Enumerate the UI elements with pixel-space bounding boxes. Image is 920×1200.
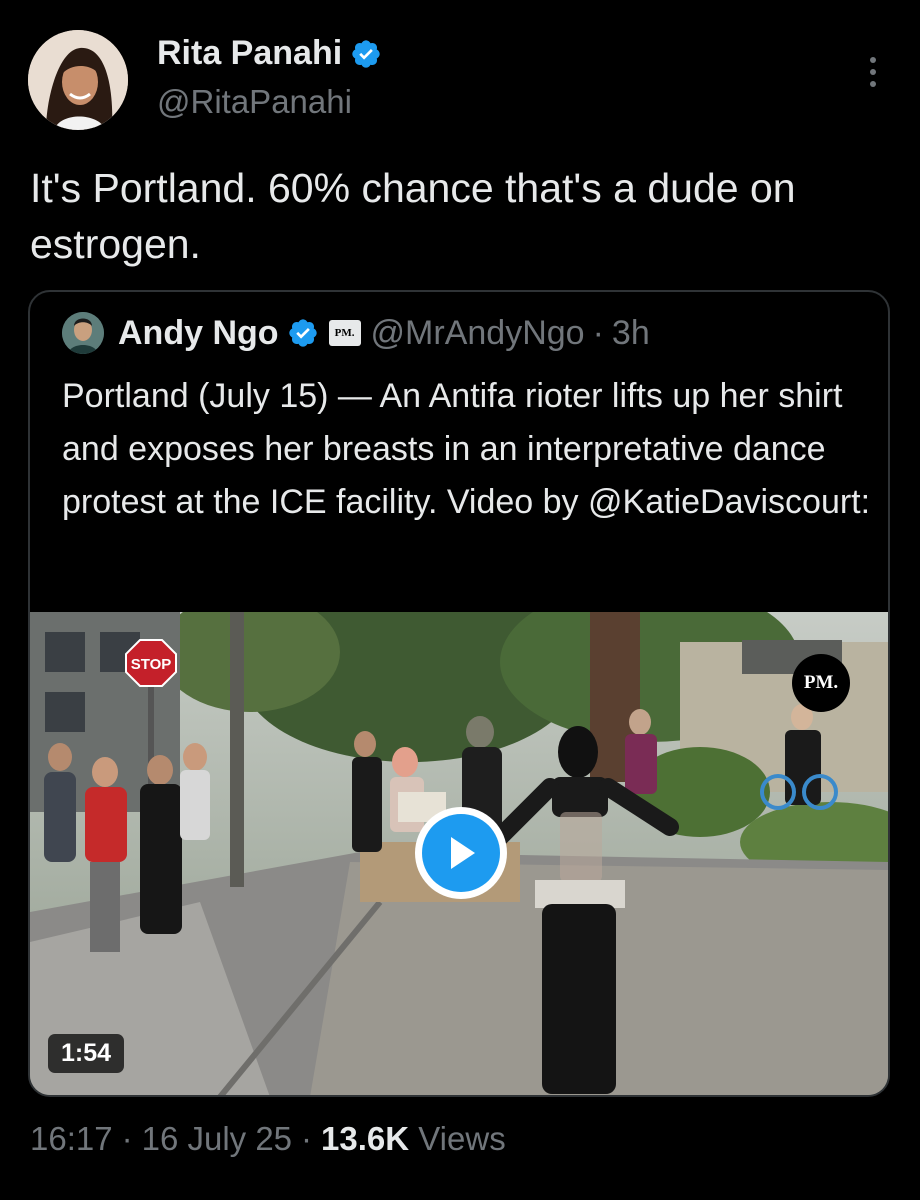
separator-dot: · — [121, 1120, 133, 1157]
quoted-author-avatar-image — [62, 312, 104, 354]
author-display-name[interactable]: Rita Panahi — [157, 34, 342, 73]
quoted-author-avatar[interactable] — [62, 312, 104, 354]
timestamp-time[interactable]: 16:17 — [30, 1120, 113, 1157]
play-button-inner — [422, 814, 500, 892]
verified-badge-icon — [350, 38, 382, 70]
more-options-button[interactable] — [855, 52, 891, 92]
timestamp-date[interactable]: 16 July 25 — [142, 1120, 292, 1157]
quoted-author-display-name[interactable]: Andy Ngo — [118, 314, 279, 353]
stop-sign-text: STOP — [131, 656, 172, 673]
quoted-tweet-card[interactable]: Andy Ngo PM. @MrAndyNgo · 3h Portland (J… — [28, 290, 890, 1097]
separator-dot: · — [301, 1120, 313, 1157]
author-avatar-image — [28, 30, 128, 130]
views-count[interactable]: 13.6K — [321, 1120, 409, 1157]
quoted-verified-badge-icon — [287, 317, 319, 349]
affiliate-badge-icon[interactable]: PM. — [328, 320, 361, 346]
header-separator: · — [592, 313, 604, 352]
author-handle[interactable]: @RitaPanahi — [157, 83, 352, 121]
pm-watermark-logo: PM. — [792, 654, 850, 712]
quoted-author-handle[interactable]: @MrAndyNgo — [371, 314, 585, 353]
video-duration-badge: 1:54 — [48, 1034, 125, 1073]
quoted-time-ago[interactable]: 3h — [612, 314, 650, 353]
tweet-metadata: 16:17 · 16 July 25 · 13.6K Views — [30, 1120, 506, 1158]
tweet-detail-page: Rita Panahi @RitaPanahi It's Portland. 6… — [0, 0, 920, 1200]
quoted-tweet-header: Andy Ngo PM. @MrAndyNgo · 3h — [62, 312, 650, 354]
views-label: Views — [418, 1120, 506, 1157]
play-icon — [451, 837, 475, 869]
author-avatar[interactable] — [28, 30, 128, 130]
video-player[interactable]: STOP PM. 1:54 — [30, 612, 888, 1095]
more-options-icon — [870, 57, 876, 87]
tweet-text: It's Portland. 60% chance that's a dude … — [30, 165, 796, 267]
author-name-row: Rita Panahi — [157, 34, 382, 73]
play-button[interactable] — [415, 807, 507, 899]
quoted-tweet-text: Portland (July 15) — An Antifa rioter li… — [62, 377, 871, 521]
